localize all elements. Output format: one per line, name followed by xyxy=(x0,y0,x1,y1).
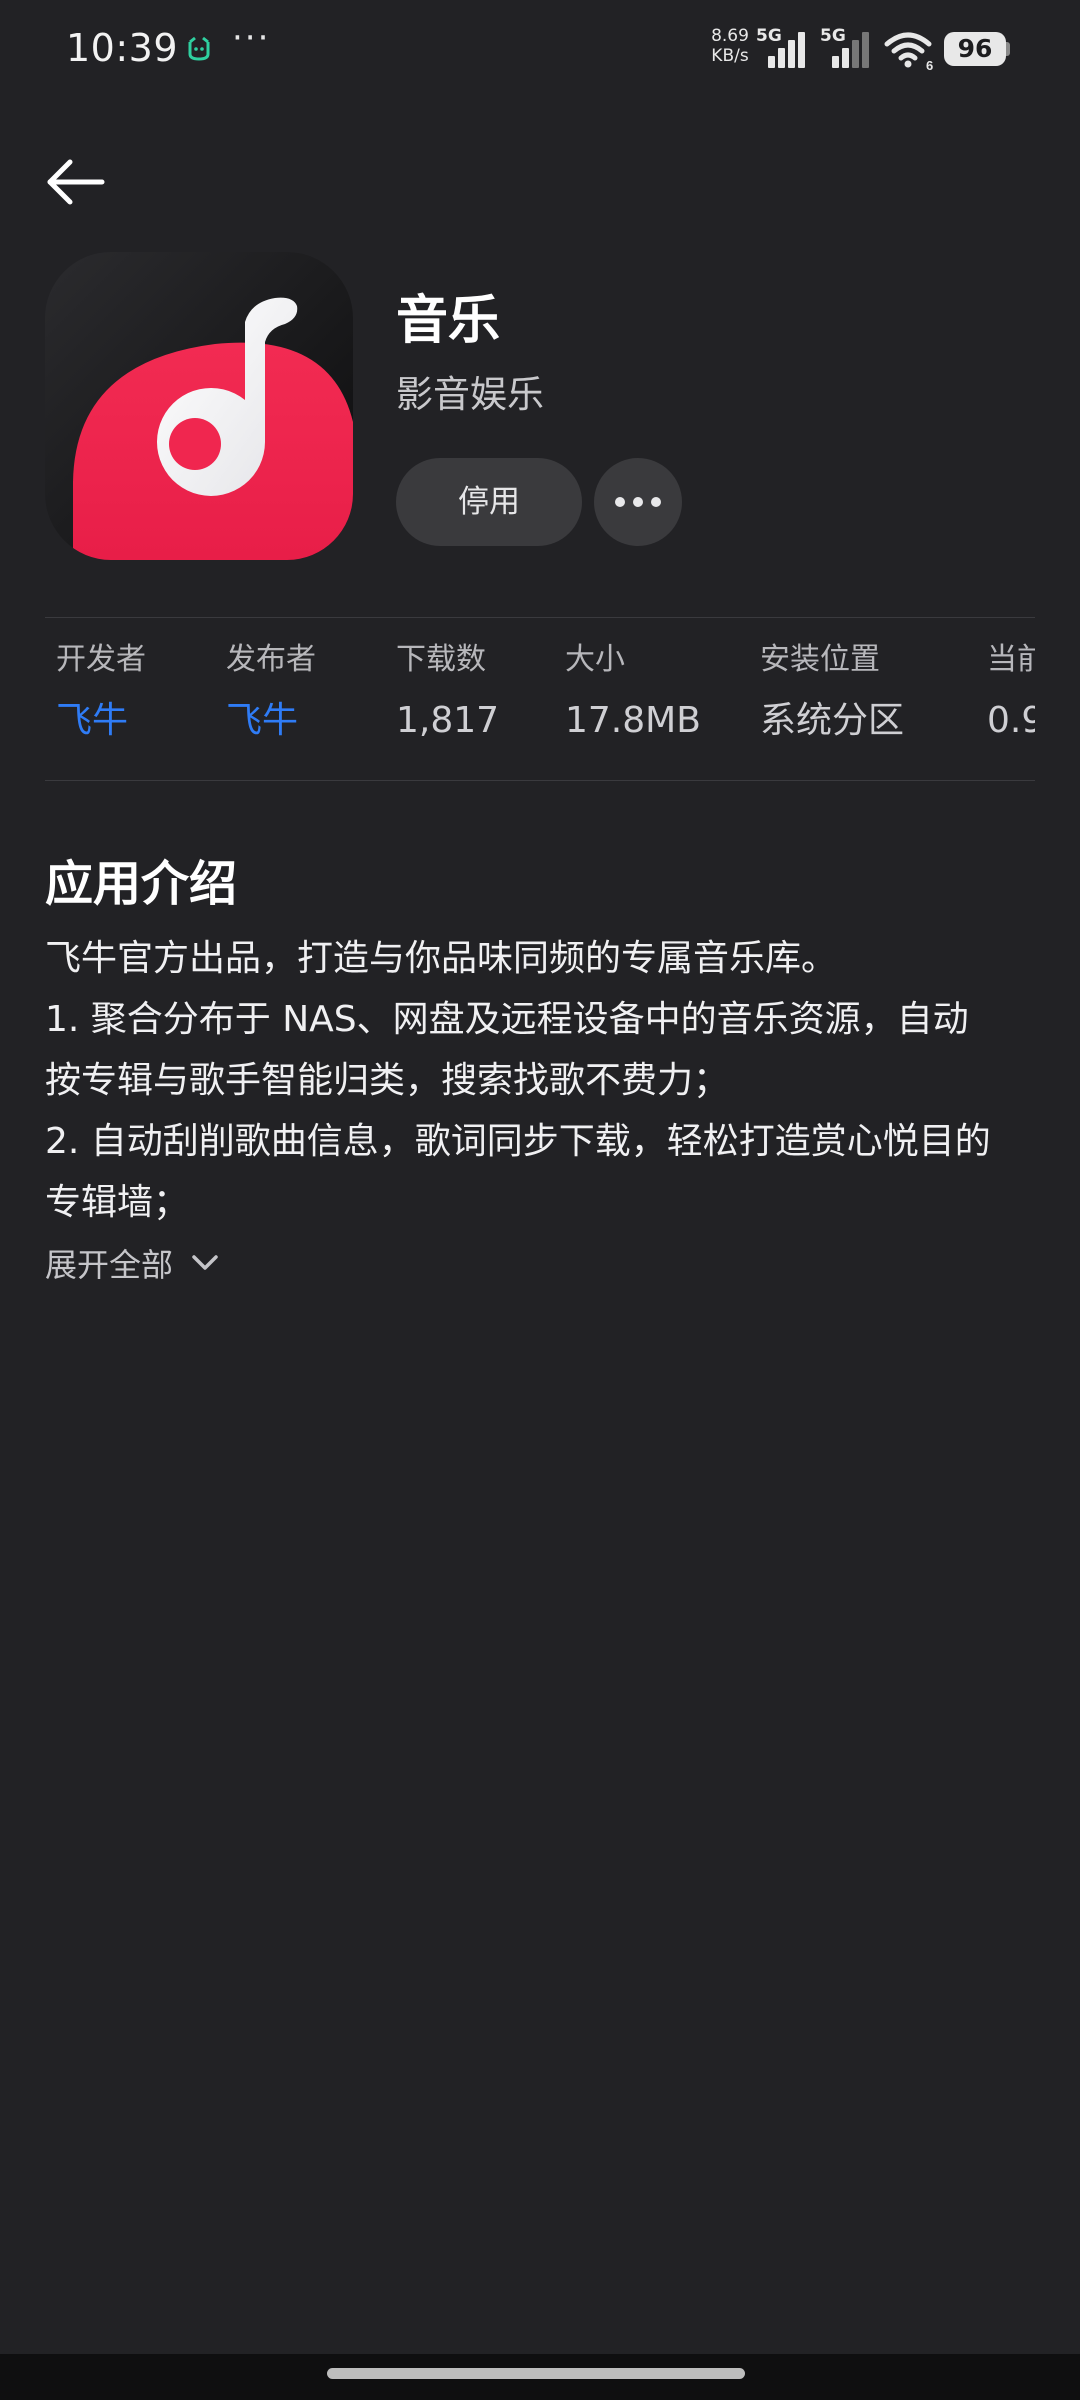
back-arrow-icon[interactable] xyxy=(40,150,116,214)
description-line: 2. 自动刮削歌曲信息，歌词同步下载，轻松打造赏心悦目的 xyxy=(45,1121,991,1162)
info-value: 1,817 xyxy=(396,700,500,741)
wifi-badge: 6 xyxy=(926,58,933,70)
description-line: 飞牛官方出品，打造与你品味同频的专属音乐库。 xyxy=(45,938,838,979)
description-line: 1. 聚合分布于 NAS、网盘及远程设备中的音乐资源，自动 xyxy=(45,999,969,1040)
expand-all-button[interactable]: 展开全部 xyxy=(45,1240,219,1286)
disable-button[interactable]: 停用 xyxy=(396,458,582,546)
info-label: 当前 xyxy=(987,642,1035,677)
info-label: 开发者 xyxy=(56,642,146,677)
network-speed: 8.69 KB/s xyxy=(706,26,754,66)
info-size: 大小 17.8MB xyxy=(565,640,701,744)
status-time: 10:39 xyxy=(66,26,179,70)
info-bottom-divider xyxy=(45,780,1035,781)
info-current-version: 当前 0.9 xyxy=(987,640,1035,744)
info-label: 发布者 xyxy=(226,642,316,677)
info-downloads: 下载数 1,817 xyxy=(396,640,499,744)
signal-sim2-icon: 5G xyxy=(820,26,880,68)
status-bar: 10:39 ··· 8.69 KB/s 5G 5G 6 96 xyxy=(0,0,1080,100)
battery-icon: 96 xyxy=(944,32,1006,66)
app-name: 音乐 xyxy=(396,291,501,351)
signal-sim1-icon: 5G xyxy=(756,26,814,68)
battery-tip xyxy=(1006,42,1010,56)
description-line: 专辑墙； xyxy=(45,1182,190,1223)
info-value-link[interactable]: 飞牛 xyxy=(56,698,146,744)
app-details-screen: 10:39 ··· 8.69 KB/s 5G 5G 6 96 音乐 影音娱乐 停… xyxy=(0,0,1080,2400)
more-notifications-icon: ··· xyxy=(232,18,271,58)
app-category: 影音娱乐 xyxy=(396,373,544,416)
chevron-down-icon xyxy=(192,1255,218,1270)
music-note-icon xyxy=(45,252,353,560)
wifi-icon: 6 xyxy=(884,32,933,70)
more-options-button[interactable] xyxy=(594,458,682,546)
info-developer[interactable]: 开发者 飞牛 xyxy=(56,640,146,744)
home-indicator[interactable] xyxy=(327,2368,745,2379)
info-label: 大小 xyxy=(565,642,625,677)
mi-home-icon xyxy=(188,36,210,61)
network-speed-value: 8.69 xyxy=(711,26,749,46)
app-info-strip[interactable]: 开发者 飞牛 发布者 飞牛 下载数 1,817 大小 17.8MB 安装位置 系… xyxy=(45,618,1035,780)
info-value-link[interactable]: 飞牛 xyxy=(226,698,316,744)
network-speed-unit: KB/s xyxy=(711,46,749,66)
app-description: 飞牛官方出品，打造与你品味同频的专属音乐库。 1. 聚合分布于 NAS、网盘及远… xyxy=(45,928,1045,1233)
music-app-icon xyxy=(45,252,353,560)
info-publisher[interactable]: 发布者 飞牛 xyxy=(226,640,316,744)
info-label: 安装位置 xyxy=(760,642,880,677)
info-value: 17.8MB xyxy=(565,700,701,741)
info-value: 系统分区 xyxy=(760,700,905,741)
info-label: 下载数 xyxy=(396,642,486,677)
more-dots-icon xyxy=(615,497,661,507)
description-line: 按专辑与歌手智能归类，搜索找歌不费力； xyxy=(45,1060,730,1101)
section-title-intro: 应用介绍 xyxy=(45,856,238,912)
expand-all-label: 展开全部 xyxy=(45,1246,174,1284)
info-value: 0.9 xyxy=(987,700,1035,741)
info-install-location: 安装位置 系统分区 xyxy=(760,640,904,744)
